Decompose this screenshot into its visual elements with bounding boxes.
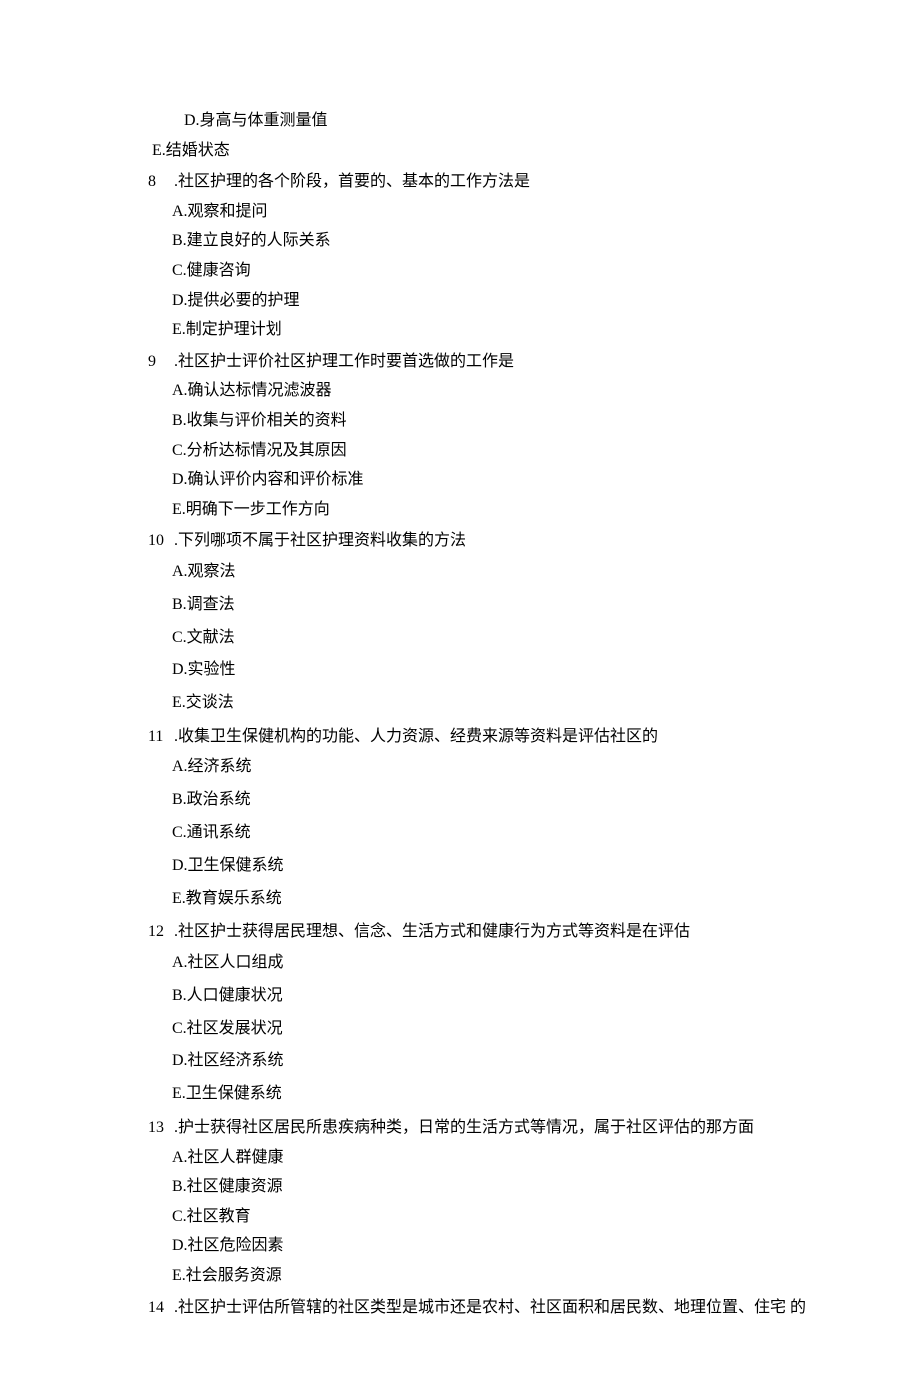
options-list: A.经济系统B.政治系统C.通讯系统D.卫生保健系统E.教育娱乐系统 xyxy=(148,751,820,915)
question-9: 9 .社区护士评价社区护理工作时要首选做的工作是A.确认达标情况滤波器B.收集与… xyxy=(148,347,820,525)
option: A.经济系统 xyxy=(172,751,820,784)
option: A.观察和提问 xyxy=(172,197,820,227)
options-list: A.观察和提问B.建立良好的人际关系C.健康咨询D.提供必要的护理E.制定护理计… xyxy=(148,197,820,345)
option: D.社区经济系统 xyxy=(172,1045,820,1078)
question-stem: 11 .收集卫生保健机构的功能、人力资源、经费来源等资料是评估社区的 xyxy=(148,722,820,752)
option: B.调查法 xyxy=(172,589,820,622)
option: D.卫生保健系统 xyxy=(172,850,820,883)
options-list: A.确认达标情况滤波器B.收集与评价相关的资料C.分析达标情况及其原因D.确认评… xyxy=(148,376,820,524)
question-number: 11 xyxy=(148,722,170,752)
option: C.社区教育 xyxy=(172,1202,820,1232)
question-stem: 9 .社区护士评价社区护理工作时要首选做的工作是 xyxy=(148,347,820,377)
option: D.提供必要的护理 xyxy=(172,286,820,316)
option: E.交谈法 xyxy=(172,687,820,720)
option: A.社区人口组成 xyxy=(172,947,820,980)
question-text: .下列哪项不属于社区护理资料收集的方法 xyxy=(170,532,466,549)
option: D.社区危险因素 xyxy=(172,1231,820,1261)
option: C.社区发展状况 xyxy=(172,1013,820,1046)
question-text: .社区护士评估所管辖的社区类型是城市还是农村、社区面积和居民数、地理位置、住宅 … xyxy=(170,1299,806,1316)
option: E.教育娱乐系统 xyxy=(172,883,820,916)
options-list: A.观察法B.调查法C.文献法D.实验性E.交谈法 xyxy=(148,556,820,720)
option: B.收集与评价相关的资料 xyxy=(172,406,820,436)
question-number: 13 xyxy=(148,1113,170,1143)
question-8: 8 .社区护理的各个阶段，首要的、基本的工作方法是A.观察和提问B.建立良好的人… xyxy=(148,167,820,345)
option: C.健康咨询 xyxy=(172,256,820,286)
option: E.明确下一步工作方向 xyxy=(172,495,820,525)
question-text: .护士获得社区居民所患疾病种类，日常的生活方式等情况，属于社区评估的那方面 xyxy=(170,1119,754,1136)
question-10: 10 .下列哪项不属于社区护理资料收集的方法A.观察法B.调查法C.文献法D.实… xyxy=(148,526,820,720)
questions-container: 8 .社区护理的各个阶段，首要的、基本的工作方法是A.观察和提问B.建立良好的人… xyxy=(148,167,820,1322)
question-11: 11 .收集卫生保健机构的功能、人力资源、经费来源等资料是评估社区的A.经济系统… xyxy=(148,722,820,916)
option: D.确认评价内容和评价标准 xyxy=(172,465,820,495)
question-number: 12 xyxy=(148,917,170,947)
option: B.建立良好的人际关系 xyxy=(172,226,820,256)
question-12: 12 .社区护士获得居民理想、信念、生活方式和健康行为方式等资料是在评估A.社区… xyxy=(148,917,820,1111)
question-number: 10 xyxy=(148,526,170,556)
option: C.文献法 xyxy=(172,622,820,655)
orphan-option-d: D.身高与体重测量值 xyxy=(148,106,820,136)
options-list: A.社区人口组成B.人口健康状况C.社区发展状况D.社区经济系统E.卫生保健系统 xyxy=(148,947,820,1111)
option: E.社会服务资源 xyxy=(172,1261,820,1291)
question-text: .社区护士获得居民理想、信念、生活方式和健康行为方式等资料是在评估 xyxy=(170,923,690,940)
option: E.卫生保健系统 xyxy=(172,1078,820,1111)
question-number: 14 xyxy=(148,1293,170,1323)
question-stem: 13 .护士获得社区居民所患疾病种类，日常的生活方式等情况，属于社区评估的那方面 xyxy=(148,1113,820,1143)
question-stem: 12 .社区护士获得居民理想、信念、生活方式和健康行为方式等资料是在评估 xyxy=(148,917,820,947)
question-stem: 14 .社区护士评估所管辖的社区类型是城市还是农村、社区面积和居民数、地理位置、… xyxy=(148,1293,820,1323)
option: C.通讯系统 xyxy=(172,817,820,850)
option: D.实验性 xyxy=(172,654,820,687)
question-text: .社区护士评价社区护理工作时要首选做的工作是 xyxy=(170,353,514,370)
option: B.政治系统 xyxy=(172,784,820,817)
question-14: 14 .社区护士评估所管辖的社区类型是城市还是农村、社区面积和居民数、地理位置、… xyxy=(148,1293,820,1323)
orphan-option-e: E.结婚状态 xyxy=(148,136,820,166)
option: B.人口健康状况 xyxy=(172,980,820,1013)
option: A.观察法 xyxy=(172,556,820,589)
question-stem: 8 .社区护理的各个阶段，首要的、基本的工作方法是 xyxy=(148,167,820,197)
question-text: .收集卫生保健机构的功能、人力资源、经费来源等资料是评估社区的 xyxy=(170,728,658,745)
question-number: 9 xyxy=(148,347,170,377)
option: C.分析达标情况及其原因 xyxy=(172,436,820,466)
option: E.制定护理计划 xyxy=(172,315,820,345)
question-stem: 10 .下列哪项不属于社区护理资料收集的方法 xyxy=(148,526,820,556)
option: A.确认达标情况滤波器 xyxy=(172,376,820,406)
option: A.社区人群健康 xyxy=(172,1143,820,1173)
document-page: D.身高与体重测量值 E.结婚状态 8 .社区护理的各个阶段，首要的、基本的工作… xyxy=(0,0,920,1382)
question-number: 8 xyxy=(148,167,170,197)
options-list: A.社区人群健康B.社区健康资源C.社区教育D.社区危险因素E.社会服务资源 xyxy=(148,1143,820,1291)
option: B.社区健康资源 xyxy=(172,1172,820,1202)
question-13: 13 .护士获得社区居民所患疾病种类，日常的生活方式等情况，属于社区评估的那方面… xyxy=(148,1113,820,1291)
question-text: .社区护理的各个阶段，首要的、基本的工作方法是 xyxy=(170,173,530,190)
